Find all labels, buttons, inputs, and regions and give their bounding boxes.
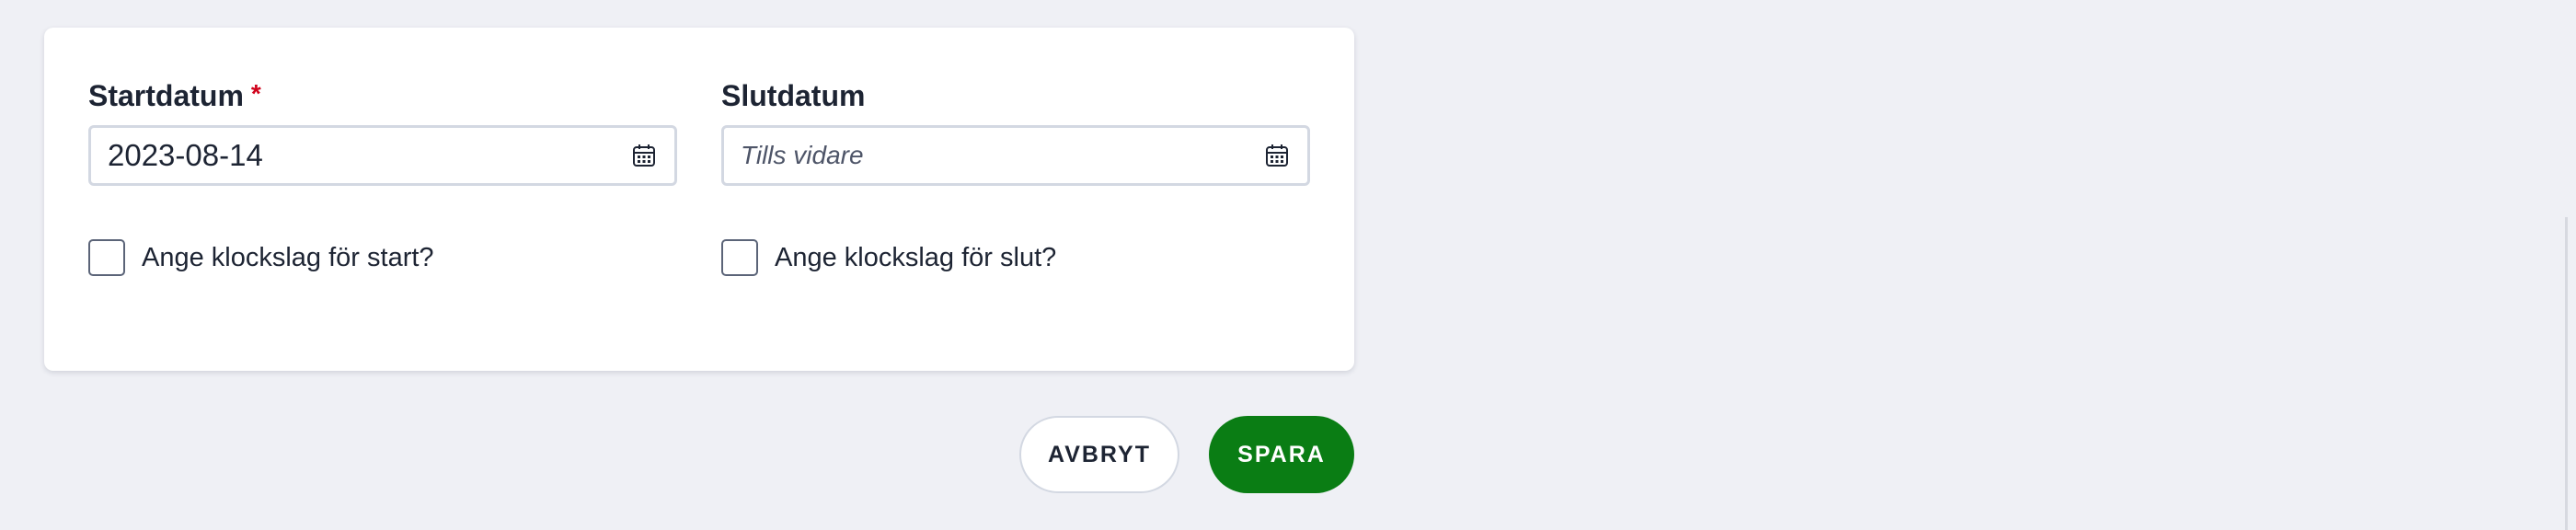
end-time-checkbox[interactable]	[721, 239, 758, 276]
start-time-toggle[interactable]: Ange klockslag för start?	[88, 239, 434, 276]
end-date-label: Slutdatum	[721, 79, 866, 112]
date-range-card: Startdatum * 2023-08-14 Slutdatum Tills v…	[44, 28, 1354, 371]
start-time-checkbox-label[interactable]: Ange klockslag för start?	[142, 243, 434, 273]
required-mark: *	[250, 79, 261, 108]
start-time-checkbox[interactable]	[88, 239, 125, 276]
calendar-icon[interactable]	[632, 144, 656, 167]
start-date-field: Startdatum * 2023-08-14	[88, 75, 677, 186]
cancel-button[interactable]: AVBRYT	[1019, 416, 1179, 493]
start-date-label-text: Startdatum	[88, 79, 244, 112]
page-scrollbar[interactable]	[2565, 217, 2568, 530]
start-date-label: Startdatum *	[88, 75, 677, 116]
end-date-placeholder: Tills vidare	[741, 141, 864, 169]
calendar-icon[interactable]	[1265, 144, 1289, 167]
end-date-field: Slutdatum Tills vidare	[721, 75, 1310, 186]
end-time-toggle[interactable]: Ange klockslag för slut?	[721, 239, 1056, 276]
start-date-input[interactable]: 2023-08-14	[88, 125, 677, 186]
end-time-checkbox-label[interactable]: Ange klockslag för slut?	[775, 243, 1056, 273]
save-button[interactable]: SPARA	[1209, 416, 1354, 493]
start-date-value: 2023-08-14	[108, 138, 263, 172]
end-date-input[interactable]: Tills vidare	[721, 125, 1310, 186]
